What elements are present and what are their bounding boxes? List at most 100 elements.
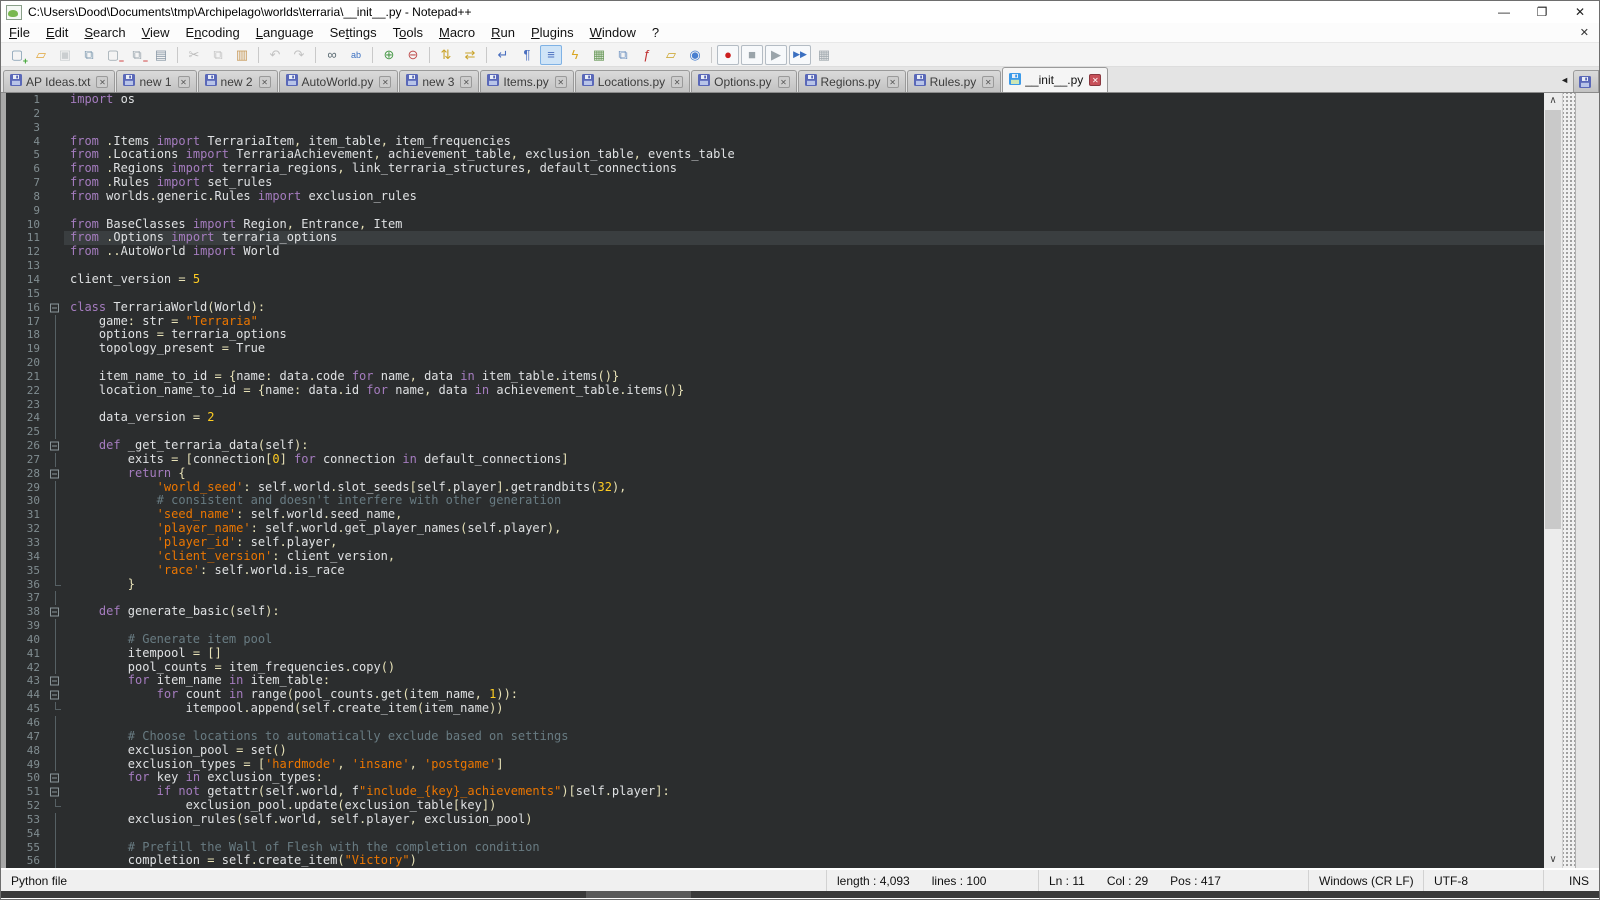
macro-save-button[interactable]: ▦ xyxy=(813,45,835,65)
code-line-26[interactable]: 26def _get_terraria_data(self): xyxy=(6,439,1544,453)
sync-horizontal-scroll-button[interactable]: ⇄ xyxy=(459,45,481,65)
code-line-56[interactable]: 56completion = self.create_item("Victory… xyxy=(6,854,1544,868)
code-line-40[interactable]: 40# Generate item pool xyxy=(6,633,1544,647)
document-map-button[interactable]: ▦ xyxy=(588,45,610,65)
copy-button[interactable]: ⧉ xyxy=(207,45,229,65)
tab-AutoWorld.py[interactable]: AutoWorld.py✕ xyxy=(279,70,399,92)
code-line-27[interactable]: 27exits = [connection[0] for connection … xyxy=(6,453,1544,467)
code-line-14[interactable]: 14client_version = 5 xyxy=(6,273,1544,287)
macro-play-button[interactable]: ▶ xyxy=(765,45,787,65)
overflow-tab-sliver[interactable] xyxy=(1573,70,1599,92)
scrollbar-thumb[interactable] xyxy=(1545,110,1561,529)
code-line-39[interactable]: 39 xyxy=(6,619,1544,633)
code-line-5[interactable]: 5from .Locations import TerrariaAchievem… xyxy=(6,148,1544,162)
tab-close-icon[interactable]: ✕ xyxy=(178,76,190,88)
code-line-50[interactable]: 50for key in exclusion_types: xyxy=(6,771,1544,785)
user-defined-language-button[interactable]: ϟ xyxy=(564,45,586,65)
code-line-17[interactable]: 17game: str = "Terraria" xyxy=(6,315,1544,329)
macro-record-button[interactable]: ● xyxy=(717,45,739,65)
code-line-30[interactable]: 30# consistent and doesn't interfere wit… xyxy=(6,494,1544,508)
replace-button[interactable]: ab xyxy=(345,45,367,65)
menu-tools[interactable]: Tools xyxy=(385,24,431,41)
code-line-44[interactable]: 44for count in range(pool_counts.get(ite… xyxy=(6,688,1544,702)
code-line-46[interactable]: 46 xyxy=(6,716,1544,730)
cut-button[interactable]: ✂ xyxy=(183,45,205,65)
code-line-36[interactable]: 36} xyxy=(6,578,1544,592)
save-button[interactable]: ▣ xyxy=(54,45,76,65)
monitoring-eye-button[interactable]: ◉ xyxy=(684,45,706,65)
code-line-13[interactable]: 13 xyxy=(6,259,1544,273)
redo-button[interactable]: ↷ xyxy=(288,45,310,65)
tab-close-icon[interactable]: ✕ xyxy=(555,76,567,88)
code-line-54[interactable]: 54 xyxy=(6,827,1544,841)
zoom-in-button[interactable]: ⊕ xyxy=(378,45,400,65)
code-line-2[interactable]: 2 xyxy=(6,107,1544,121)
menu-view[interactable]: View xyxy=(134,24,178,41)
close-button[interactable]: ✕ xyxy=(1561,1,1599,23)
code-line-41[interactable]: 41itempool = [] xyxy=(6,647,1544,661)
zoom-out-button[interactable]: ⊖ xyxy=(402,45,424,65)
code-line-42[interactable]: 42pool_counts = item_frequencies.copy() xyxy=(6,661,1544,675)
menu-encoding[interactable]: Encoding xyxy=(178,24,248,41)
menu-search[interactable]: Search xyxy=(76,24,133,41)
save-all-button[interactable]: ⧉ xyxy=(78,45,100,65)
insert-mode-label[interactable]: INS xyxy=(1569,874,1589,888)
tab-Locations.py[interactable]: Locations.py✕ xyxy=(575,70,690,92)
close-all-button[interactable]: ⧉− xyxy=(126,45,148,65)
fold-collapse-icon[interactable] xyxy=(48,439,64,453)
scroll-up-arrow-icon[interactable]: ∧ xyxy=(1544,93,1562,109)
tab-Rules.py[interactable]: Rules.py✕ xyxy=(907,70,1002,92)
code-line-15[interactable]: 15 xyxy=(6,287,1544,301)
eol-format-label[interactable]: Windows (CR LF) xyxy=(1319,874,1414,888)
menu-language[interactable]: Language xyxy=(248,24,322,41)
tab-close-icon[interactable]: ✕ xyxy=(96,76,108,88)
code-line-52[interactable]: 52exclusion_pool.update(exclusion_table[… xyxy=(6,799,1544,813)
tab-__init__.py[interactable]: __init__.py✕ xyxy=(1002,67,1108,92)
tab-new-3[interactable]: new 3✕ xyxy=(399,70,479,92)
code-line-53[interactable]: 53exclusion_rules(self.world, self.playe… xyxy=(6,813,1544,827)
menu-?[interactable]: ? xyxy=(644,24,667,41)
tab-Items.py[interactable]: Items.py✕ xyxy=(480,70,573,92)
fold-collapse-icon[interactable] xyxy=(48,605,64,619)
code-line-9[interactable]: 9 xyxy=(6,204,1544,218)
code-line-24[interactable]: 24data_version = 2 xyxy=(6,411,1544,425)
view-splitter-grip[interactable] xyxy=(1562,93,1575,868)
paste-button[interactable]: ▥ xyxy=(231,45,253,65)
menu-edit[interactable]: Edit xyxy=(38,24,76,41)
folder-as-workspace-button[interactable]: ▱ xyxy=(660,45,682,65)
document-list-button[interactable]: ⧉ xyxy=(612,45,634,65)
code-line-8[interactable]: 8from worlds.generic.Rules import exclus… xyxy=(6,190,1544,204)
code-view[interactable]: 1import os234from .Items import Terraria… xyxy=(6,93,1544,868)
code-line-29[interactable]: 29'world_seed': self.world.slot_seeds[se… xyxy=(6,481,1544,495)
macro-run-multiple-button[interactable]: ▶▶ xyxy=(789,45,811,65)
code-line-21[interactable]: 21item_name_to_id = {name: data.code for… xyxy=(6,370,1544,384)
menu-plugins[interactable]: Plugins xyxy=(523,24,582,41)
code-line-55[interactable]: 55# Prefill the Wall of Flesh with the c… xyxy=(6,841,1544,855)
show-indent-guide-button[interactable]: ≡ xyxy=(540,45,562,65)
code-line-1[interactable]: 1import os xyxy=(6,93,1544,107)
code-line-7[interactable]: 7from .Rules import set_rules xyxy=(6,176,1544,190)
tab-new-1[interactable]: new 1✕ xyxy=(116,70,196,92)
code-line-11[interactable]: 11from .Options import terraria_options xyxy=(6,231,1544,245)
code-line-6[interactable]: 6from .Regions import terraria_regions, … xyxy=(6,162,1544,176)
show-all-characters-button[interactable]: ¶ xyxy=(516,45,538,65)
tab-close-icon[interactable]: ✕ xyxy=(778,76,790,88)
minimize-button[interactable]: — xyxy=(1485,1,1523,23)
code-line-45[interactable]: 45itempool.append(self.create_item(item_… xyxy=(6,702,1544,716)
code-line-37[interactable]: 37 xyxy=(6,591,1544,605)
encoding-label[interactable]: UTF-8 xyxy=(1434,874,1468,888)
fold-collapse-icon[interactable] xyxy=(48,301,64,315)
tab-AP-Ideas.txt[interactable]: AP Ideas.txt✕ xyxy=(3,70,115,92)
code-line-4[interactable]: 4from .Items import TerrariaItem, item_t… xyxy=(6,135,1544,149)
code-line-25[interactable]: 25 xyxy=(6,425,1544,439)
find-button[interactable]: ∞ xyxy=(321,45,343,65)
code-line-18[interactable]: 18options = terraria_options xyxy=(6,328,1544,342)
menu-run[interactable]: Run xyxy=(483,24,523,41)
code-line-48[interactable]: 48exclusion_pool = set() xyxy=(6,744,1544,758)
tab-close-icon[interactable]: ✕ xyxy=(1089,74,1101,86)
fold-collapse-icon[interactable] xyxy=(48,771,64,785)
tab-scroll-left-icon[interactable]: ◄ xyxy=(1556,75,1573,85)
vertical-scrollbar[interactable]: ∧ ∨ xyxy=(1544,93,1562,868)
code-line-33[interactable]: 33'player_id': self.player, xyxy=(6,536,1544,550)
tab-Options.py[interactable]: Options.py✕ xyxy=(691,70,796,92)
